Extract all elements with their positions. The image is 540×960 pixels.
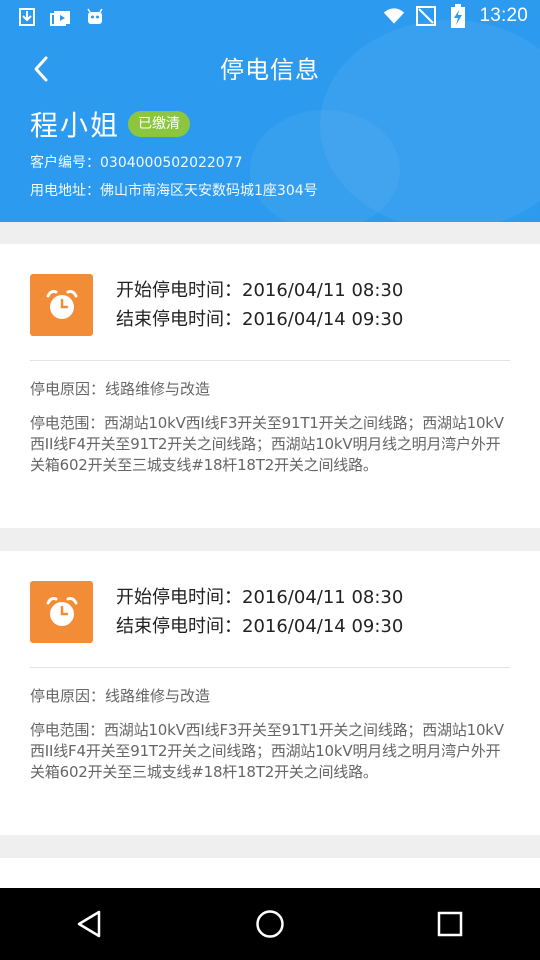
- header: 13:20 停电信息 程小姐 已缴清 客户编号：0304000502022077…: [0, 0, 540, 222]
- system-nav-bar: [0, 888, 540, 960]
- customer-address: 用电地址：佛山市南海区天安数码城1座304号: [30, 183, 318, 199]
- outage-list[interactable]: 开始停电时间：2016/04/11 08:30 结束停电时间：2016/04/1…: [0, 244, 540, 941]
- customer-name: 程小姐: [30, 109, 121, 142]
- android-icon: [84, 6, 106, 28]
- wifi-icon: [383, 5, 405, 27]
- outage-end-time: 结束停电时间：2016/04/14 09:30: [116, 616, 404, 637]
- outage-card[interactable]: 开始停电时间：2016/04/11 08:30 结束停电时间：2016/04/1…: [0, 244, 540, 528]
- outage-card[interactable]: 开始停电时间：2016/04/11 08:30 结束停电时间：2016/04/1…: [0, 551, 540, 835]
- alarm-clock-icon: [30, 274, 93, 336]
- clock-time: 13:20: [479, 5, 528, 26]
- status-bar: 13:20: [0, 0, 540, 36]
- nav-bar: 停电信息: [0, 44, 540, 92]
- divider: [30, 360, 510, 361]
- outage-scope: 停电范围：西湖站10kV西I线F3开关至91T1开关之间线路；西湖站10kV西I…: [30, 721, 504, 781]
- page-title: 停电信息: [220, 56, 320, 84]
- recents-square-icon[interactable]: [420, 894, 480, 954]
- alarm-clock-icon: [30, 581, 93, 643]
- outage-start-time: 开始停电时间：2016/04/11 08:30: [116, 280, 404, 301]
- battery-charging-icon: [447, 4, 469, 28]
- status-badge: 已缴清: [128, 111, 191, 137]
- outage-reason: 停电原因：线路维修与改造: [30, 380, 211, 398]
- no-sim-icon: [415, 5, 437, 27]
- home-circle-icon[interactable]: [240, 894, 300, 954]
- media-icon: [50, 6, 72, 28]
- outage-end-time: 结束停电时间：2016/04/14 09:30: [116, 309, 404, 330]
- customer-number: 客户编号：0304000502022077: [30, 155, 243, 171]
- outage-scope: 停电范围：西湖站10kV西I线F3开关至91T1开关之间线路；西湖站10kV西I…: [30, 414, 504, 474]
- outage-start-time: 开始停电时间：2016/04/11 08:30: [116, 587, 404, 608]
- outage-reason: 停电原因：线路维修与改造: [30, 687, 211, 705]
- divider: [30, 667, 510, 668]
- download-icon: [16, 6, 38, 28]
- customer-info: 程小姐 已缴清 客户编号：0304000502022077 用电地址：佛山市南海…: [30, 104, 318, 200]
- back-triangle-icon[interactable]: [60, 894, 120, 954]
